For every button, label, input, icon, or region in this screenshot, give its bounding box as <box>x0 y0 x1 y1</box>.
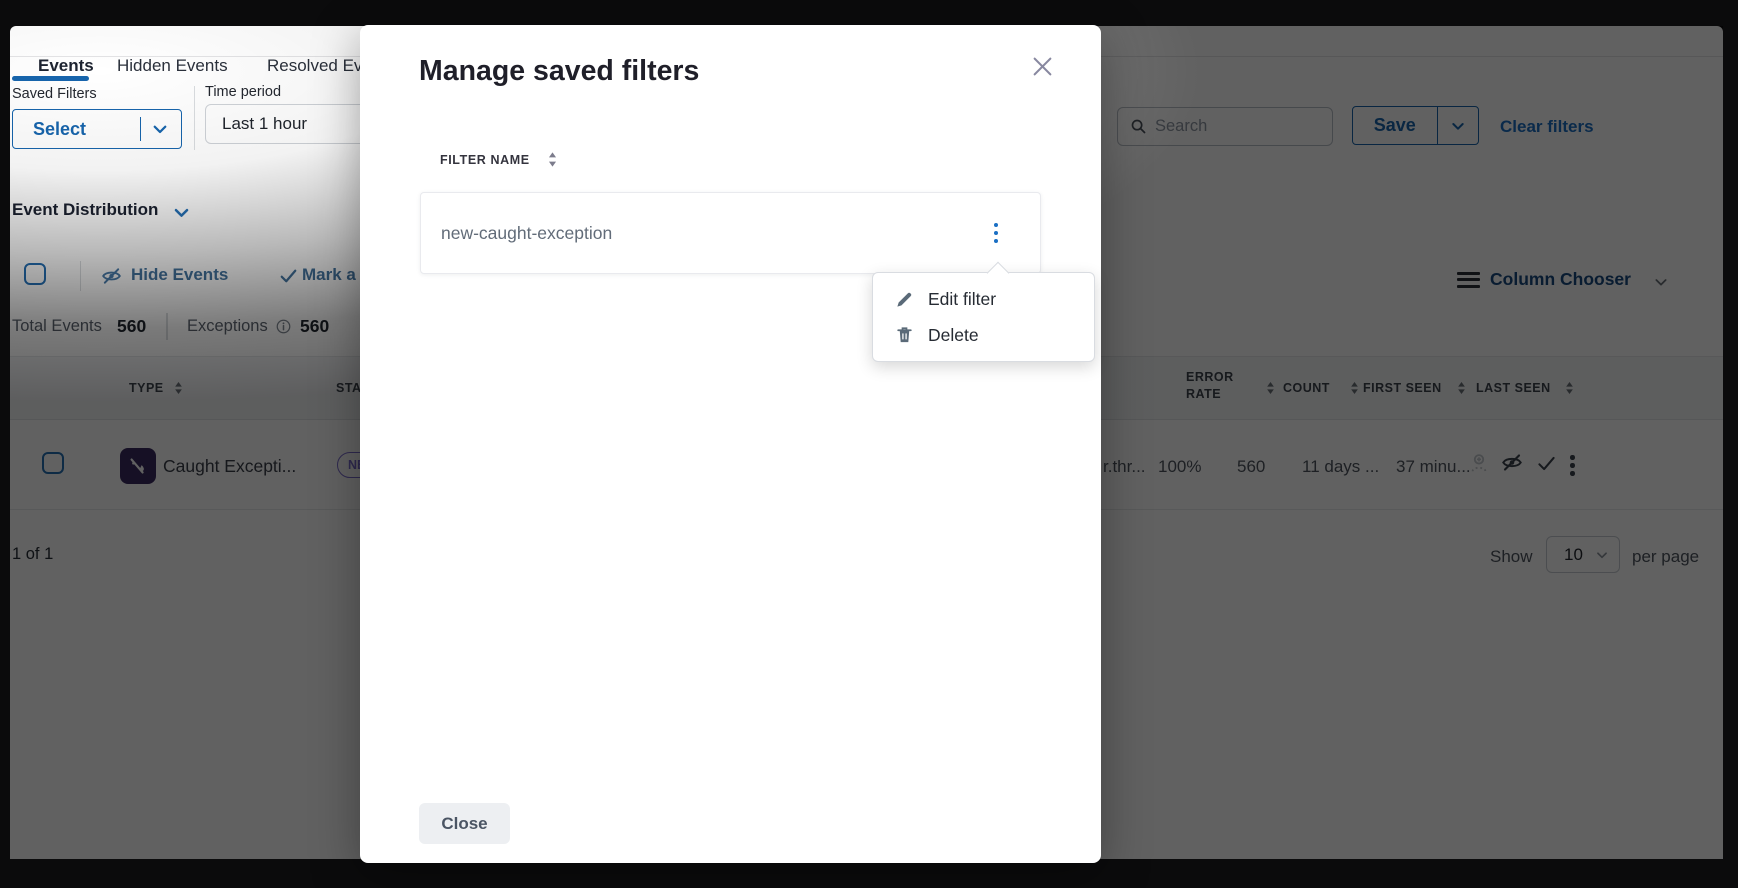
tab-events[interactable]: Events <box>38 56 94 76</box>
search-input[interactable] <box>1155 117 1305 136</box>
saved-filter-name: new-caught-exception <box>421 223 984 244</box>
row-type-text: Caught Excepti... <box>163 456 296 477</box>
close-button[interactable]: Close <box>419 803 510 844</box>
modal-title: Manage saved filters <box>419 55 699 88</box>
row-kebab-menu[interactable] <box>1560 449 1585 482</box>
delete-filter-menu-item[interactable]: Delete <box>873 317 1094 353</box>
sort-icon[interactable] <box>1563 380 1576 396</box>
select-divider <box>140 117 142 141</box>
col-header-last-seen[interactable]: LAST SEEN <box>1476 381 1551 395</box>
summary-divider <box>166 313 168 340</box>
toolbar-divider <box>80 261 81 291</box>
chevron-down-icon <box>1595 548 1609 562</box>
save-split-button[interactable]: Save <box>1352 106 1479 145</box>
event-distribution-title: Event Distribution <box>12 200 158 220</box>
resolve-check-icon[interactable] <box>1536 454 1557 473</box>
col-header-error-rate-1[interactable]: ERROR <box>1186 370 1234 384</box>
row-count: 560 <box>1237 457 1265 477</box>
edit-filter-label: Edit filter <box>928 289 996 310</box>
caught-exception-icon <box>120 448 156 484</box>
tab-hidden-events[interactable]: Hidden Events <box>117 56 228 76</box>
save-dropdown-toggle[interactable] <box>1438 118 1478 134</box>
chevron-down-icon <box>1450 118 1466 134</box>
row-last-seen: 37 minu... <box>1396 457 1471 477</box>
search-icon <box>1130 118 1147 135</box>
row-message: r.thr... <box>1103 457 1146 477</box>
filter-context-menu: Edit filter Delete <box>872 272 1095 362</box>
eye-slash-icon <box>100 266 123 286</box>
page-size-value: 10 <box>1547 545 1583 565</box>
column-chooser-button[interactable]: Column Chooser <box>1490 269 1631 290</box>
filterbar-divider <box>194 86 195 150</box>
sort-icon[interactable] <box>1348 380 1361 396</box>
col-header-count[interactable]: COUNT <box>1283 381 1330 395</box>
col-header-status[interactable]: STA <box>336 381 362 395</box>
manage-saved-filters-modal: Manage saved filters FILTER NAME new-cau… <box>360 25 1101 863</box>
total-events-value: 560 <box>117 316 146 337</box>
exceptions-label: Exceptions <box>187 317 268 336</box>
save-button-label: Save <box>1353 115 1437 136</box>
time-period-label: Time period <box>205 84 281 100</box>
active-tab-underline <box>12 76 89 81</box>
mark-as-button[interactable]: Mark a <box>302 265 356 285</box>
time-period-select[interactable]: Last 1 hour <box>205 104 377 144</box>
exceptions-value: 560 <box>300 316 329 337</box>
column-chooser-icon <box>1457 268 1480 291</box>
saved-filter-row: new-caught-exception <box>420 192 1041 274</box>
hide-event-icon[interactable] <box>1500 452 1524 473</box>
delete-filter-label: Delete <box>928 325 979 346</box>
assign-icon[interactable] <box>1468 451 1490 475</box>
sort-icon[interactable] <box>1455 380 1468 396</box>
chevron-down-icon[interactable] <box>172 203 191 222</box>
time-period-value: Last 1 hour <box>222 114 307 134</box>
select-all-checkbox[interactable] <box>24 263 46 285</box>
clear-filters-link[interactable]: Clear filters <box>1500 117 1594 137</box>
pencil-icon <box>895 290 914 309</box>
close-icon[interactable] <box>1029 53 1056 80</box>
sort-icon[interactable] <box>172 380 185 396</box>
edit-filter-menu-item[interactable]: Edit filter <box>873 281 1094 317</box>
filter-kebab-menu[interactable] <box>984 217 1009 250</box>
saved-filters-select[interactable]: Select <box>12 109 182 149</box>
info-icon[interactable] <box>276 319 291 334</box>
row-checkbox[interactable] <box>42 452 64 474</box>
show-label: Show <box>1490 547 1533 567</box>
col-header-type[interactable]: TYPE <box>129 381 164 395</box>
filter-name-column-header[interactable]: FILTER NAME <box>440 153 530 167</box>
per-page-label: per page <box>1632 547 1699 567</box>
sort-icon[interactable] <box>1264 380 1277 396</box>
col-header-first-seen[interactable]: FIRST SEEN <box>1363 381 1442 395</box>
saved-filters-label: Saved Filters <box>12 86 97 102</box>
saved-filters-select-value: Select <box>13 119 140 140</box>
row-error-rate: 100% <box>1158 457 1201 477</box>
chevron-down-icon[interactable] <box>1653 274 1669 290</box>
search-box[interactable] <box>1117 107 1333 146</box>
col-header-error-rate-2: RATE <box>1186 387 1221 401</box>
page-info: 1 of 1 <box>12 545 53 564</box>
sort-icon[interactable] <box>546 151 559 168</box>
chevron-down-icon <box>151 120 169 138</box>
check-icon <box>279 267 298 285</box>
row-first-seen: 11 days ... <box>1302 457 1379 477</box>
total-events-label: Total Events <box>12 317 102 336</box>
trash-icon <box>895 325 914 345</box>
hide-events-button[interactable]: Hide Events <box>131 265 228 285</box>
page-size-select[interactable]: 10 <box>1546 536 1620 573</box>
